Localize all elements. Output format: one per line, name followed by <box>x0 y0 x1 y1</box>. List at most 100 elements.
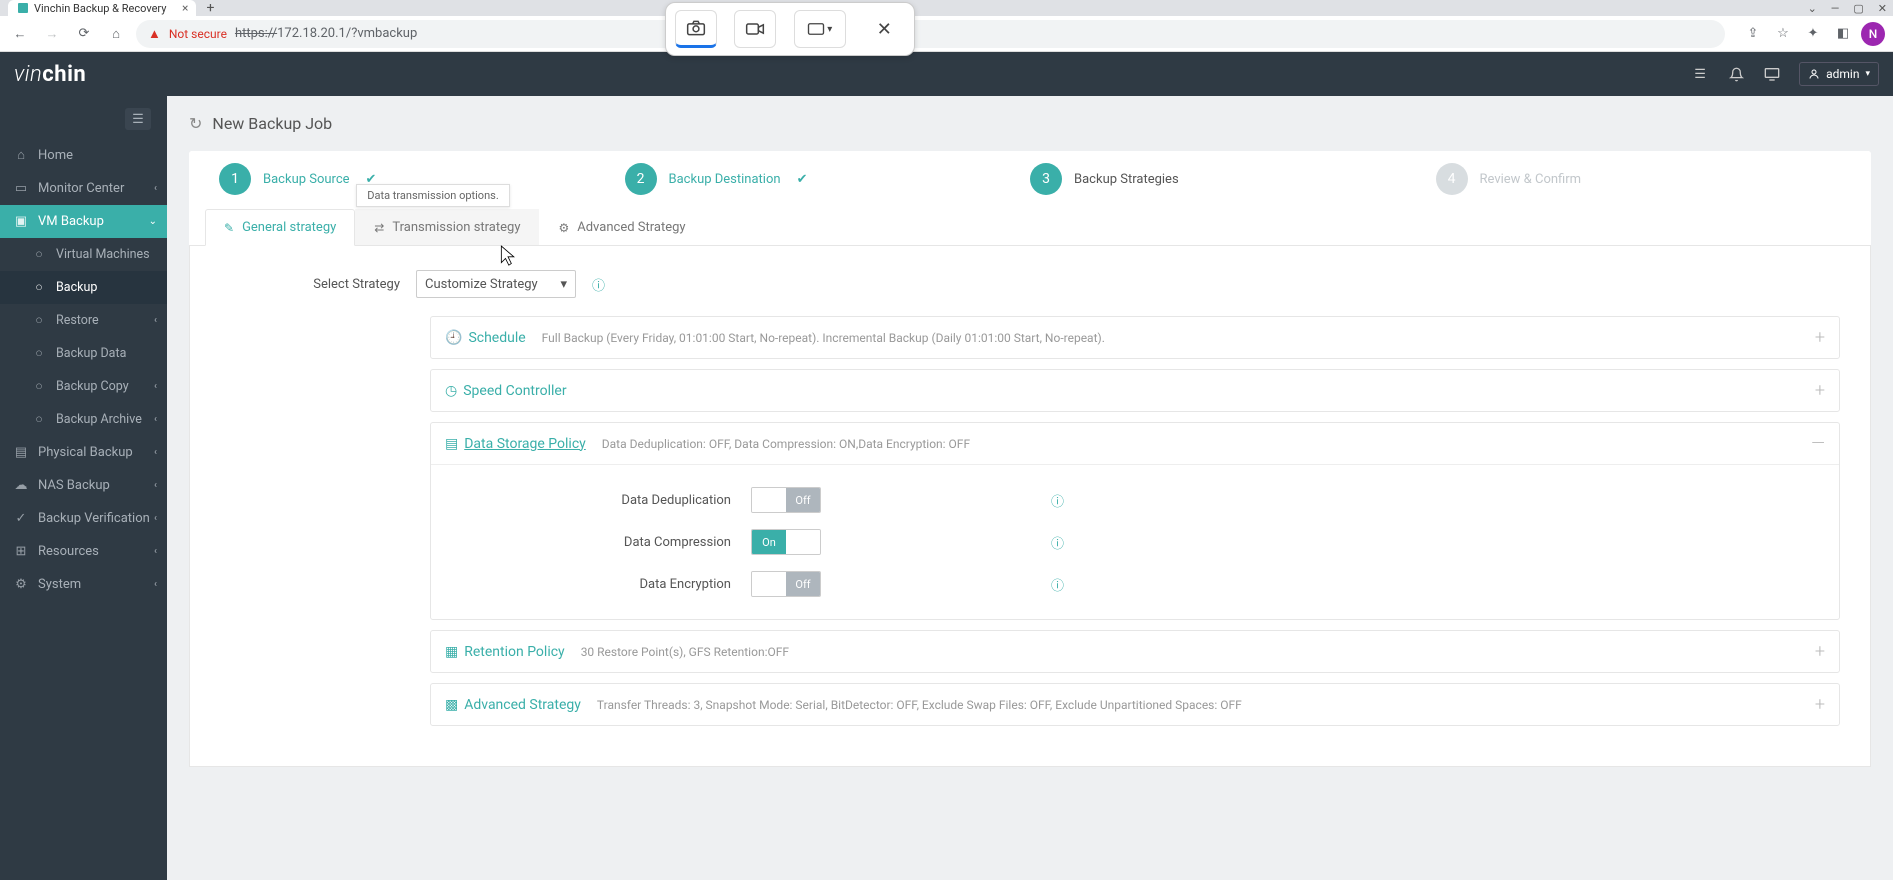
close-capture-button[interactable]: ✕ <box>863 10 905 48</box>
tab-advanced-strategy[interactable]: ⚙ Advanced Strategy <box>539 209 704 245</box>
extensions-icon[interactable]: ✦ <box>1801 22 1825 46</box>
home-button[interactable]: ⌂ <box>104 22 128 46</box>
panel-header-retention[interactable]: ▦Retention Policy 30 Restore Point(s), G… <box>431 631 1839 672</box>
sidebar-item-label: Backup Data <box>56 346 126 361</box>
select-strategy-dropdown[interactable]: Customize Strategy ▾ <box>416 270 576 298</box>
new-tab-button[interactable]: + <box>206 0 214 16</box>
panel-subtitle: 30 Restore Point(s), GFS Retention:OFF <box>581 645 789 659</box>
chevron-down-icon: ▾ <box>560 277 567 292</box>
sidebar-item-system[interactable]: ⚙ System ‹ <box>0 568 167 601</box>
close-window-icon[interactable]: ✕ <box>1878 2 1887 15</box>
sidebar-item-label: Monitor Center <box>38 181 124 196</box>
minimize-icon[interactable]: — <box>1831 2 1840 15</box>
vinchin-logo[interactable]: vinchin <box>14 62 86 87</box>
sidebar-item-backup[interactable]: ○ Backup <box>0 271 167 304</box>
chevron-down-icon[interactable]: ⌄ <box>1808 2 1817 15</box>
browser-tab[interactable]: Vinchin Backup & Recovery × <box>8 0 196 16</box>
dot-icon: ○ <box>32 412 46 427</box>
sidebar-item-restore[interactable]: ○ Restore ‹ <box>0 304 167 337</box>
sidebar-item-nasbackup[interactable]: ☁ NAS Backup ‹ <box>0 469 167 502</box>
toggle-encryption[interactable]: Off <box>751 571 821 597</box>
expand-icon[interactable]: + <box>1815 641 1825 662</box>
check-icon: ✔ <box>797 172 808 187</box>
sidebar-item-physicalbackup[interactable]: ▤ Physical Backup ‹ <box>0 436 167 469</box>
panel-advanced: ▩Advanced Strategy Transfer Threads: 3, … <box>430 683 1840 726</box>
share-icon[interactable]: ⇪ <box>1741 22 1765 46</box>
sidebar-item-label: System <box>38 577 81 592</box>
panel-header-storage[interactable]: ▤Data Storage Policy Data Deduplication:… <box>431 423 1839 465</box>
step-backup-strategies[interactable]: 3 Backup Strategies <box>1030 163 1436 195</box>
sidebar-item-vmbackup[interactable]: ▣ VM Backup ⌄ <box>0 205 167 238</box>
reload-button[interactable]: ⟳ <box>72 22 96 46</box>
info-icon[interactable]: ⓘ <box>1051 491 1064 510</box>
sidebar-item-virtualmachines[interactable]: ○ Virtual Machines <box>0 238 167 271</box>
sidebar-toggle[interactable]: ☰ <box>125 108 151 130</box>
expand-icon[interactable]: + <box>1815 694 1825 715</box>
user-menu[interactable]: admin ▾ <box>1799 62 1879 86</box>
sidebar-item-backupdata[interactable]: ○ Backup Data <box>0 337 167 370</box>
toggle-compression[interactable]: On <box>751 529 821 555</box>
back-button[interactable]: ← <box>8 22 32 46</box>
retention-icon: ▦ <box>445 644 458 660</box>
security-status: Not secure <box>169 27 227 41</box>
tab-general-strategy[interactable]: ✎ General strategy <box>205 209 355 246</box>
sidebar-item-resources[interactable]: ⊞ Resources ‹ <box>0 535 167 568</box>
sidebar-item-label: VM Backup <box>38 214 104 229</box>
expand-icon[interactable]: + <box>1815 327 1825 348</box>
video-button[interactable] <box>734 10 776 48</box>
monitor-icon: ▭ <box>14 181 28 196</box>
bookmark-icon[interactable]: ☆ <box>1771 22 1795 46</box>
step-label: Backup Source <box>263 172 350 187</box>
address-bar[interactable]: ▲ Not secure https://172.18.20.1/?vmback… <box>136 20 1725 48</box>
maximize-icon[interactable]: ▢ <box>1853 2 1863 15</box>
toggle-value: Off <box>786 572 820 596</box>
encryption-label: Data Encryption <box>451 577 731 592</box>
gauge-icon: ◷ <box>445 383 457 399</box>
info-icon[interactable]: ⓘ <box>1051 575 1064 594</box>
sidebar-item-backuparchive[interactable]: ○ Backup Archive ‹ <box>0 403 167 436</box>
step-number: 1 <box>219 163 251 195</box>
panel-header-advanced[interactable]: ▩Advanced Strategy Transfer Threads: 3, … <box>431 684 1839 725</box>
step-label: Backup Strategies <box>1074 172 1179 187</box>
panel-header-schedule[interactable]: 🕘Schedule Full Backup (Every Friday, 01:… <box>431 317 1839 358</box>
collapse-icon[interactable]: — <box>1811 433 1825 454</box>
monitor-icon[interactable] <box>1763 65 1781 83</box>
home-icon: ⌂ <box>14 147 28 163</box>
vm-icon: ▣ <box>14 214 28 229</box>
sidebar-item-home[interactable]: ⌂ Home <box>0 138 167 172</box>
sidebar-item-label: Resources <box>38 544 99 559</box>
profile-avatar[interactable]: N <box>1861 22 1885 46</box>
bell-icon[interactable] <box>1727 65 1745 83</box>
screenshot-button[interactable] <box>675 10 717 48</box>
sidebar-item-backupcopy[interactable]: ○ Backup Copy ‹ <box>0 370 167 403</box>
forward-button[interactable]: → <box>40 22 64 46</box>
screen-capture-toolbar: ▾ ✕ <box>665 2 915 56</box>
close-icon[interactable]: × <box>182 1 188 15</box>
sidebar-item-label: Backup <box>56 280 97 295</box>
panel-subtitle: Data Deduplication: OFF, Data Compressio… <box>602 437 970 451</box>
info-icon[interactable]: ⓘ <box>592 275 605 294</box>
step-number: 3 <box>1030 163 1062 195</box>
sidepanel-icon[interactable]: ◧ <box>1831 22 1855 46</box>
step-number: 2 <box>625 163 657 195</box>
tab-label: General strategy <box>242 220 336 235</box>
tab-transmission-strategy[interactable]: Data transmission options. ⇄ Transmissio… <box>355 209 539 245</box>
chevron-left-icon: ‹ <box>154 447 157 458</box>
refresh-icon[interactable]: ↻ <box>189 114 202 133</box>
step-review-confirm[interactable]: 4 Review & Confirm <box>1436 163 1842 195</box>
dot-icon: ○ <box>32 346 46 361</box>
expand-icon[interactable]: + <box>1815 380 1825 401</box>
info-icon[interactable]: ⓘ <box>1051 533 1064 552</box>
sidebar-item-monitor[interactable]: ▭ Monitor Center ‹ <box>0 172 167 205</box>
dedup-label: Data Deduplication <box>451 493 731 508</box>
disk-icon: ▤ <box>445 436 458 452</box>
panel-header-speed[interactable]: ◷Speed Controller + <box>431 370 1839 411</box>
region-button[interactable]: ▾ <box>794 10 846 48</box>
panel-subtitle: Full Backup (Every Friday, 01:01:00 Star… <box>542 331 1105 345</box>
toggle-deduplication[interactable]: Off <box>751 487 821 513</box>
step-backup-destination[interactable]: 2 Backup Destination ✔ <box>625 163 1031 195</box>
list-icon[interactable]: ☰ <box>1691 65 1709 83</box>
sidebar-item-verification[interactable]: ✓ Backup Verification ‹ <box>0 502 167 535</box>
sidebar-item-label: NAS Backup <box>38 478 110 493</box>
nas-icon: ☁ <box>14 478 28 493</box>
